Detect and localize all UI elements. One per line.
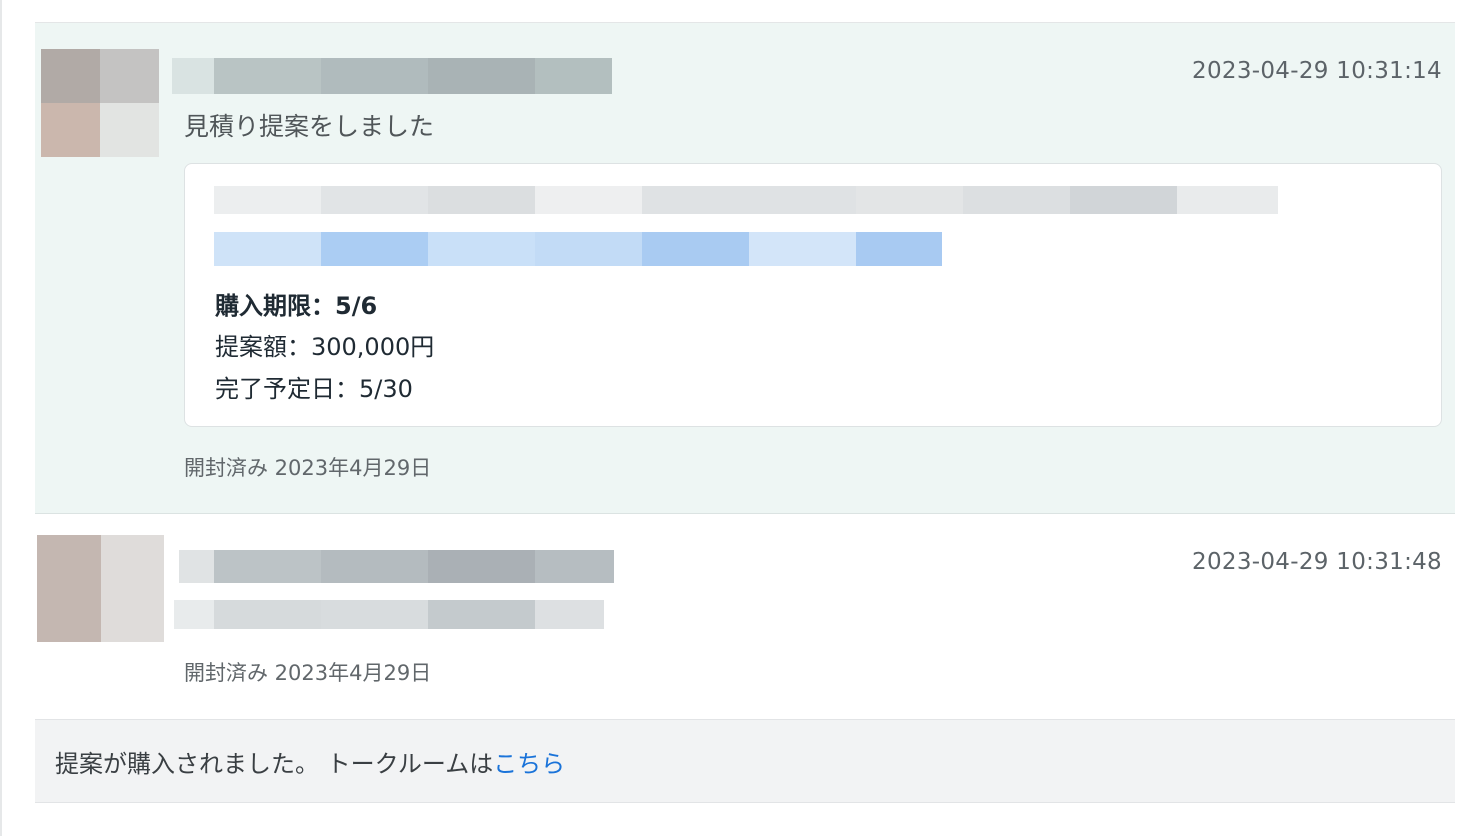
message-timestamp: 2023-04-29 10:31:14 — [1192, 58, 1442, 84]
proposal-title-redacted — [214, 186, 1385, 214]
sender-name-redacted[interactable] — [179, 550, 614, 583]
proposal-deadline: 購入期限：5/6 — [215, 292, 378, 320]
message-text: 見積り提案をしました — [184, 112, 435, 141]
notice-message: 提案が購入されました。 トークルームは — [55, 750, 494, 778]
proposal-link-redacted[interactable] — [214, 232, 942, 266]
message-item: 2023-04-29 10:31:48 開封済み 2023年4月29日 — [35, 514, 1455, 718]
sender-name-redacted[interactable] — [172, 58, 612, 94]
avatar[interactable] — [37, 535, 164, 642]
proposal-completion-date: 完了予定日：5/30 — [215, 375, 413, 403]
purchase-notice-text: 提案が購入されました。 トークルームはこちら — [55, 744, 565, 779]
avatar[interactable] — [41, 49, 159, 157]
purchase-notice: 提案が購入されました。 トークルームはこちら — [35, 719, 1455, 803]
talkroom-link[interactable]: こちら — [493, 750, 565, 778]
proposal-amount: 提案額：300,000円 — [215, 333, 435, 361]
message-text-redacted — [174, 600, 604, 629]
read-status: 開封済み 2023年4月29日 — [184, 456, 432, 480]
message-item: 2023-04-29 10:31:14 見積り提案をしました 購入期限：5/6 … — [35, 23, 1455, 514]
left-border — [0, 0, 2, 836]
read-status: 開封済み 2023年4月29日 — [184, 661, 432, 685]
message-timestamp: 2023-04-29 10:31:48 — [1192, 549, 1442, 575]
proposal-card[interactable]: 購入期限：5/6 提案額：300,000円 完了予定日：5/30 — [184, 163, 1442, 427]
